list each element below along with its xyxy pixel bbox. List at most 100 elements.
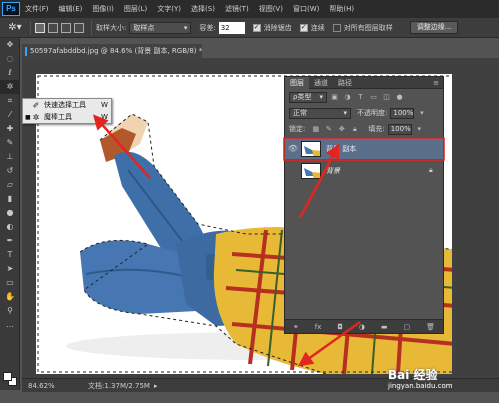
blend-opacity-row: 正常 ▾ 不透明度: 100% ▾: [285, 105, 443, 121]
menu-select[interactable]: 选择(S): [186, 0, 220, 18]
pixel-filter-icon[interactable]: ▣: [329, 92, 340, 102]
filter-toggle-icon[interactable]: ●: [394, 92, 405, 102]
adjustment-layer-icon[interactable]: ◑: [359, 323, 365, 331]
antialias-checkbox[interactable]: ✓: [252, 23, 261, 32]
flyout-item-magic-wand[interactable]: ■ ✲ 魔棒工具 W: [23, 111, 111, 123]
menu-type[interactable]: 文字(Y): [152, 0, 186, 18]
add-selection-button[interactable]: [48, 22, 58, 33]
zoom-tool-icon[interactable]: ⚲: [0, 304, 20, 318]
layers-panel: 图层 通道 路径 ≡ ρ类型 ▾ ▣ ◑ T ▭ ◫ ● 正常 ▾ 不透明度: …: [284, 76, 444, 334]
magic-wand-icon: ✲: [32, 112, 40, 122]
flyout-item-quick-select[interactable]: ✐ 快速选择工具 W: [23, 99, 111, 111]
photoshop-logo: Ps: [2, 2, 20, 16]
magic-wand-tool-icon[interactable]: ✲: [0, 80, 20, 94]
tools-panel: ✥ ◌ ℓ ✲ ⌗ ⁄ ✚ ✎ ⊥ ↺ ▱ ▮ ● ◐ ✒ T ➤ ▭ ✋ ⚲ …: [0, 38, 20, 390]
lock-transparent-icon[interactable]: ▦: [310, 124, 321, 134]
new-group-icon[interactable]: ▬: [381, 323, 388, 331]
chevron-down-icon[interactable]: ▾: [414, 124, 425, 134]
pen-tool-icon[interactable]: ✒: [0, 234, 20, 248]
lock-position-icon[interactable]: ✥: [336, 124, 347, 134]
menu-edit[interactable]: 编辑(E): [54, 0, 88, 18]
contiguous-checkbox[interactable]: ✓: [299, 23, 308, 32]
tab-layers[interactable]: 图层: [285, 76, 309, 89]
smart-object-filter-icon[interactable]: ◫: [381, 92, 392, 102]
gradient-tool-icon[interactable]: ▮: [0, 192, 20, 206]
path-select-tool-icon[interactable]: ➤: [0, 262, 20, 276]
menu-filter[interactable]: 滤镜(T): [220, 0, 254, 18]
new-selection-button[interactable]: [35, 22, 45, 33]
chevron-right-icon[interactable]: ▸: [154, 382, 158, 390]
lasso-tool-icon[interactable]: ℓ: [0, 66, 20, 80]
chevron-down-icon: ▾: [183, 23, 188, 32]
sample-size-select[interactable]: 取样点 ▾: [129, 21, 192, 34]
menu-image[interactable]: 图像(I): [87, 0, 119, 18]
opacity-input[interactable]: 100%: [390, 107, 415, 119]
document-tab[interactable]: 50597afabddbd.jpg @ 84.6% (背景 副本, RGB/8)…: [22, 44, 202, 58]
separator: [91, 20, 92, 35]
more-tools-icon[interactable]: …: [0, 318, 20, 332]
shape-tool-icon[interactable]: ▭: [0, 276, 20, 290]
sample-size-label: 取样大小:: [96, 23, 127, 32]
eye-icon[interactable]: 👁︎: [285, 144, 301, 153]
eraser-tool-icon[interactable]: ▱: [0, 178, 20, 192]
all-layers-label: 对所有图层取样: [343, 23, 393, 32]
blur-tool-icon[interactable]: ●: [0, 206, 20, 220]
separator: [30, 20, 31, 35]
right-panel-strip: [452, 58, 499, 378]
type-filter-icon[interactable]: T: [355, 92, 366, 102]
move-tool-icon[interactable]: ✥: [0, 38, 20, 52]
clone-stamp-tool-icon[interactable]: ⊥: [0, 150, 20, 164]
add-mask-icon[interactable]: ◘: [337, 323, 343, 331]
refine-edge-button[interactable]: 调整边缘...: [409, 21, 459, 34]
lock-all-icon[interactable]: 🔒︎: [349, 124, 360, 134]
healing-brush-tool-icon[interactable]: ✚: [0, 122, 20, 136]
watermark: Bai 经验 jingyan.baidu.com: [388, 366, 453, 390]
thumbnail-image: [302, 163, 320, 178]
shape-filter-icon[interactable]: ▭: [368, 92, 379, 102]
tolerance-input[interactable]: 32: [218, 21, 245, 34]
new-layer-icon[interactable]: ▢: [404, 323, 411, 331]
tab-paths[interactable]: 路径: [333, 77, 357, 89]
subtract-selection-button[interactable]: [61, 22, 71, 33]
fill-input[interactable]: 100%: [387, 123, 412, 135]
delete-layer-icon[interactable]: 🗑︎: [426, 323, 435, 331]
thumbnail-image: [302, 141, 320, 156]
crop-tool-icon[interactable]: ⌗: [0, 94, 20, 108]
menu-layer[interactable]: 图层(L): [119, 0, 152, 18]
brush-tool-icon[interactable]: ✎: [0, 136, 20, 150]
layers-panel-tabs: 图层 通道 路径 ≡: [285, 76, 443, 89]
fill-label: 填充:: [368, 125, 385, 133]
chevron-down-icon[interactable]: ▾: [416, 108, 427, 118]
tab-channels[interactable]: 通道: [309, 77, 333, 89]
adjustment-filter-icon[interactable]: ◑: [342, 92, 353, 102]
kind-filter-select[interactable]: ρ类型 ▾: [289, 91, 327, 103]
blend-mode-value: 正常: [293, 109, 307, 117]
layer-row[interactable]: 👁︎ 背景 🔒︎: [285, 159, 443, 181]
sample-size-value: 取样点: [133, 23, 155, 32]
foreground-color-swatch[interactable]: [3, 372, 12, 381]
eyedropper-tool-icon[interactable]: ⁄: [0, 108, 20, 122]
lock-image-icon[interactable]: ✎: [323, 124, 334, 134]
blend-mode-select[interactable]: 正常 ▾: [289, 107, 351, 119]
eye-hidden-icon[interactable]: 👁︎: [285, 166, 301, 175]
menu-view[interactable]: 视图(V): [254, 0, 288, 18]
history-brush-tool-icon[interactable]: ↺: [0, 164, 20, 178]
layer-style-icon[interactable]: fx: [315, 323, 322, 331]
layer-row[interactable]: 👁︎ 背景 副本: [285, 137, 443, 159]
menu-file[interactable]: 文件(F): [20, 0, 54, 18]
dodge-tool-icon[interactable]: ◐: [0, 220, 20, 234]
intersect-selection-button[interactable]: [74, 22, 84, 33]
layer-thumbnail: [301, 140, 321, 157]
menu-help[interactable]: 帮助(H): [324, 0, 359, 18]
panel-menu-icon[interactable]: ≡: [433, 79, 439, 87]
type-tool-icon[interactable]: T: [0, 248, 20, 262]
all-layers-checkbox[interactable]: [332, 23, 341, 32]
document-tab-title: 50597afabddbd.jpg @ 84.6% (背景 副本, RGB/8)…: [30, 47, 203, 55]
menu-window[interactable]: 窗口(W): [288, 0, 324, 18]
document-size-info[interactable]: 文档:1.37M/2.75M: [88, 381, 150, 391]
hand-tool-icon[interactable]: ✋: [0, 290, 20, 304]
marquee-tool-icon[interactable]: ◌: [0, 52, 20, 66]
link-layers-icon[interactable]: ⚭: [293, 323, 299, 331]
magic-wand-icon[interactable]: ✲▾: [4, 20, 26, 36]
zoom-level[interactable]: 84.62%: [22, 382, 78, 390]
